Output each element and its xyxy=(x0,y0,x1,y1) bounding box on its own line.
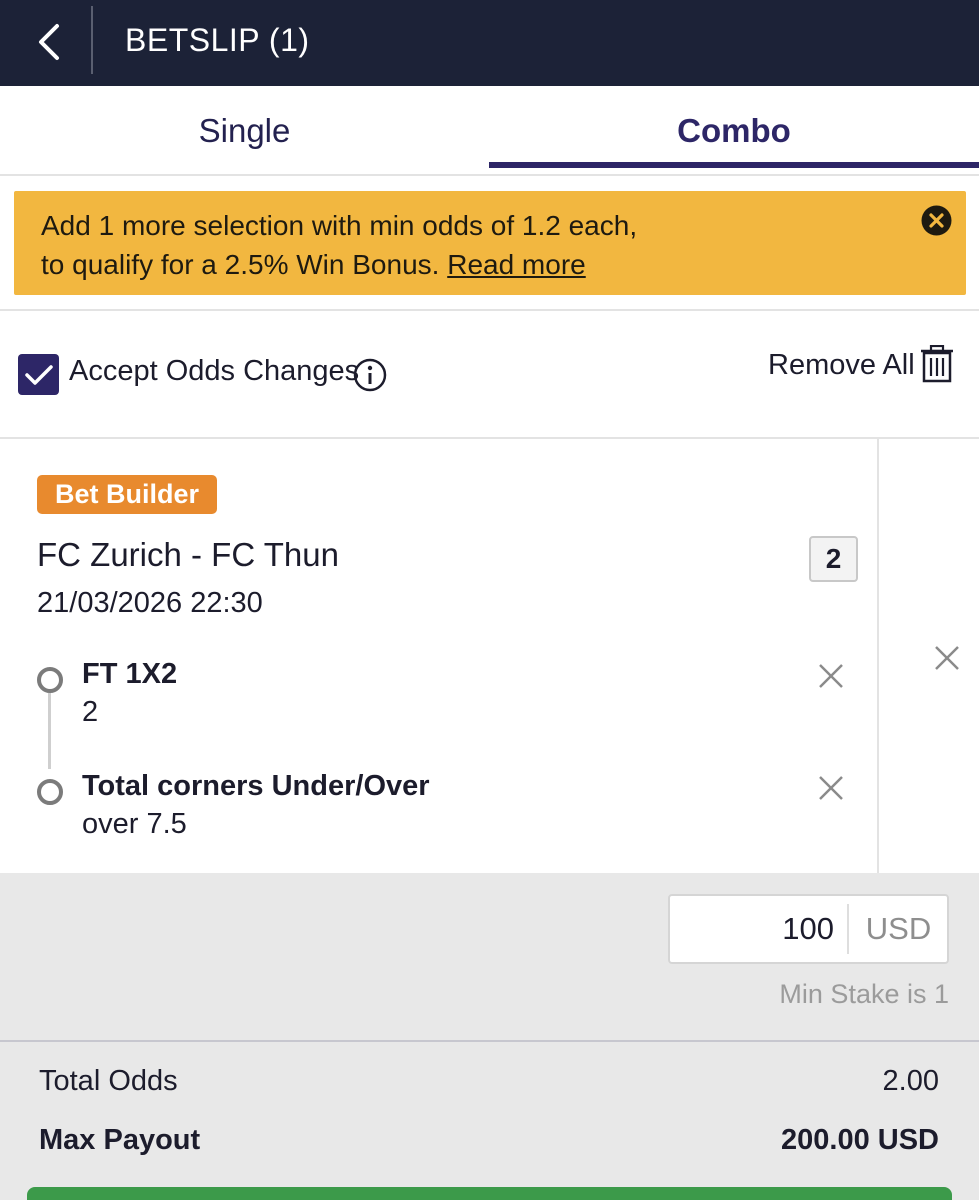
total-odds-label: Total Odds xyxy=(39,1065,178,1097)
selection-pick: 2 xyxy=(82,696,99,728)
header-divider xyxy=(91,6,93,74)
match-datetime: 21/03/2026 22:30 xyxy=(37,587,263,619)
back-button[interactable] xyxy=(28,18,68,66)
bet-card: Bet Builder FC Zurich - FC Thun 21/03/20… xyxy=(0,439,979,873)
tab-combo[interactable]: Combo xyxy=(489,86,979,176)
tab-single-label: Single xyxy=(198,112,291,149)
active-tab-indicator xyxy=(489,162,979,168)
betslip-options: Accept Odds Changes Remove All xyxy=(0,311,979,437)
banner-line-2: to qualify for a 2.5% Win Bonus. xyxy=(41,249,440,280)
selection-market: FT 1X2 xyxy=(82,658,178,690)
chevron-left-icon xyxy=(39,24,59,60)
bet-summary: Total Odds 2.00 Max Payout 200.00 USD xyxy=(0,1042,979,1200)
selection-pick: over 7.5 xyxy=(82,808,187,840)
bet-builder-badge: Bet Builder xyxy=(37,475,218,514)
match-title: FC Zurich - FC Thun xyxy=(37,536,339,573)
stake-currency: USD xyxy=(865,911,932,946)
selection-dot xyxy=(37,779,63,805)
bet-odds-badge: 2 xyxy=(809,536,858,582)
stake-divider xyxy=(847,904,849,954)
selection-market: Total corners Under/Over xyxy=(82,770,430,802)
tab-single[interactable]: Single xyxy=(0,86,489,176)
remove-bet-close-icon[interactable] xyxy=(934,645,960,671)
tab-combo-label: Combo xyxy=(677,112,791,149)
remove-selection-close-icon[interactable] xyxy=(818,663,844,689)
place-bet-button[interactable] xyxy=(27,1187,952,1200)
max-payout-value: 200.00 USD xyxy=(781,1124,939,1156)
card-divider xyxy=(877,439,879,873)
remove-selection-close-icon[interactable] xyxy=(818,775,844,801)
read-more-link[interactable]: Read more xyxy=(447,249,586,280)
info-icon[interactable] xyxy=(353,358,387,392)
trash-icon[interactable] xyxy=(919,345,955,383)
banner-text: Add 1 more selection with min odds of 1.… xyxy=(41,206,637,284)
stake-field: USD xyxy=(668,894,949,964)
selection-dot xyxy=(37,667,63,693)
win-bonus-banner: Add 1 more selection with min odds of 1.… xyxy=(14,191,966,295)
accept-odds-label: Accept Odds Changes xyxy=(69,355,360,387)
bet-type-tabs: Single Combo xyxy=(0,86,979,176)
stake-section: USD Min Stake is 1 xyxy=(0,873,979,1040)
close-circle-icon[interactable] xyxy=(921,205,952,236)
stake-input[interactable] xyxy=(670,896,846,962)
remove-all-button[interactable]: Remove All xyxy=(768,349,915,382)
header-bar: BETSLIP (1) xyxy=(0,0,979,86)
accept-odds-checkbox[interactable] xyxy=(18,354,59,395)
selection-connector xyxy=(48,693,51,769)
page-title: BETSLIP (1) xyxy=(125,22,310,58)
min-stake-note: Min Stake is 1 xyxy=(779,979,949,1009)
checkmark-icon xyxy=(24,364,53,385)
max-payout-label: Max Payout xyxy=(39,1124,201,1156)
banner-line-1: Add 1 more selection with min odds of 1.… xyxy=(41,210,638,241)
total-odds-value: 2.00 xyxy=(882,1065,939,1097)
